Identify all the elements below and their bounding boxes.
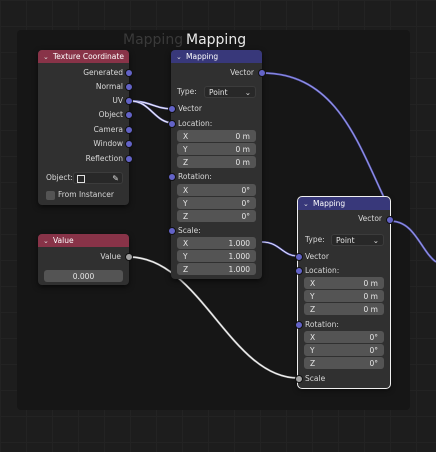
value-title: Value xyxy=(53,236,74,245)
mapping-1-socket-scale[interactable] xyxy=(168,227,176,235)
mapping-2-location-y[interactable]: Y0 m xyxy=(304,290,384,302)
mapping-2-location-x[interactable]: X0 m xyxy=(304,277,384,289)
from-instancer-checkbox[interactable] xyxy=(46,191,55,200)
mapping-1-scale-y[interactable]: Y 1.000 xyxy=(177,250,256,262)
mapping-2-rotation-label: Rotation: xyxy=(305,320,339,329)
mapping-2-socket-location[interactable] xyxy=(295,267,303,275)
collapse-chevron-icon[interactable]: ⌄ xyxy=(176,53,186,61)
output-generated: Generated xyxy=(83,68,123,77)
mapping-2-type-value: Point xyxy=(336,235,355,245)
output-normal: Normal xyxy=(95,82,123,91)
mapping-2-rotation-z[interactable]: Z 0° xyxy=(304,357,384,369)
mapping-1-scale-x[interactable]: X 1.000 xyxy=(177,237,256,249)
object-field[interactable]: ✎ xyxy=(73,172,123,184)
mapping-1-scale-label: Scale: xyxy=(178,226,201,235)
mapping-2-socket-out[interactable] xyxy=(386,216,394,224)
value-node[interactable]: ⌄ Value Value 0.000 xyxy=(38,234,133,285)
mapping-1-location-y[interactable]: Y0 m xyxy=(177,143,256,155)
mapping-1-socket-vector-in[interactable] xyxy=(168,105,176,113)
mapping-1-socket-out[interactable] xyxy=(258,69,266,77)
socket-uv[interactable] xyxy=(125,97,133,105)
mapping-2-rotation-x[interactable]: X 0° xyxy=(304,331,384,343)
mapping-1-header[interactable]: ⌄ Mapping xyxy=(171,50,262,63)
mapping-1-output-vector: Vector xyxy=(230,68,254,77)
mapping-2-socket-vector-in[interactable] xyxy=(295,253,303,261)
mapping-2-location-z[interactable]: Z0 m xyxy=(304,303,384,315)
chevron-down-icon: ⌄ xyxy=(244,87,251,97)
socket-reflection[interactable] xyxy=(125,155,133,163)
mapping-1-location-z[interactable]: Z0 m xyxy=(177,156,256,168)
socket-object[interactable] xyxy=(125,111,133,119)
mapping-1-type-label: Type: xyxy=(177,87,197,96)
texture-coordinate-header[interactable]: ⌄ Texture Coordinate xyxy=(38,50,129,63)
object-label: Object: xyxy=(46,173,73,182)
mapping-2-vector-input: Vector xyxy=(305,252,329,261)
output-reflection: Reflection xyxy=(85,154,123,163)
mapping-1-rotation-label: Rotation: xyxy=(178,172,212,181)
mapping-2-title: Mapping xyxy=(313,199,346,208)
frame-title-ghost: Mapping xyxy=(123,32,184,48)
value-header[interactable]: ⌄ Value xyxy=(38,234,129,247)
mapping-node-2[interactable]: ⌄ Mapping Vector Type: Point ⌄ Vector Lo… xyxy=(295,196,394,389)
mapping-1-type-dropdown[interactable]: Point ⌄ xyxy=(204,86,256,98)
eyedropper-icon[interactable]: ✎ xyxy=(112,174,119,183)
value-field[interactable]: 0.000 xyxy=(44,270,123,282)
output-uv: UV xyxy=(112,96,123,105)
mapping-2-header[interactable]: ⌄ Mapping xyxy=(298,197,390,210)
socket-camera[interactable] xyxy=(125,126,133,134)
mapping-2-socket-rotation[interactable] xyxy=(295,321,303,329)
socket-generated[interactable] xyxy=(125,69,133,77)
mapping-2-type-dropdown[interactable]: Point ⌄ xyxy=(331,234,384,246)
mapping-1-rotation-z[interactable]: Z 0° xyxy=(177,210,256,222)
mapping-1-socket-rotation[interactable] xyxy=(168,173,176,181)
object-cube-icon xyxy=(77,175,85,183)
mapping-1-socket-location[interactable] xyxy=(168,120,176,128)
mapping-2-location-label: Location: xyxy=(305,266,340,275)
mapping-1-rotation-x[interactable]: X 0° xyxy=(177,184,256,196)
mapping-2-rotation-y[interactable]: Y 0° xyxy=(304,344,384,356)
output-camera: Camera xyxy=(93,125,123,134)
from-instancer-label: From Instancer xyxy=(58,190,114,199)
output-object: Object xyxy=(98,110,123,119)
mapping-2-output-vector: Vector xyxy=(358,214,382,223)
mapping-1-scale-z[interactable]: Z 1.000 xyxy=(177,263,256,275)
mapping-1-rotation-y[interactable]: Y 0° xyxy=(177,197,256,209)
mapping-1-vector-input: Vector xyxy=(178,104,202,113)
mapping-1-location-x[interactable]: X0 m xyxy=(177,130,256,142)
collapse-chevron-icon[interactable]: ⌄ xyxy=(303,200,313,208)
collapse-chevron-icon[interactable]: ⌄ xyxy=(43,237,53,245)
texture-coordinate-node[interactable]: ⌄ Texture Coordinate Generated Normal UV… xyxy=(38,50,133,205)
output-window: Window xyxy=(93,139,123,148)
value-socket-out[interactable] xyxy=(125,253,133,261)
mapping-1-title: Mapping xyxy=(186,52,219,61)
chevron-down-icon: ⌄ xyxy=(372,235,379,245)
mapping-1-location-label: Location: xyxy=(178,119,213,128)
socket-normal[interactable] xyxy=(125,83,133,91)
mapping-2-scale-label: Scale xyxy=(305,374,326,383)
socket-window[interactable] xyxy=(125,140,133,148)
collapse-chevron-icon[interactable]: ⌄ xyxy=(43,53,53,61)
texture-coordinate-title: Texture Coordinate xyxy=(53,52,124,61)
mapping-2-type-label: Type: xyxy=(305,235,325,244)
mapping-2-socket-scale[interactable] xyxy=(295,375,303,383)
mapping-node-1[interactable]: ⌄ Mapping Vector Type: Point ⌄ Vector Lo… xyxy=(168,50,266,279)
frame-title[interactable]: Mapping xyxy=(186,32,246,48)
value-output-label: Value xyxy=(100,252,121,261)
mapping-1-type-value: Point xyxy=(209,87,228,97)
